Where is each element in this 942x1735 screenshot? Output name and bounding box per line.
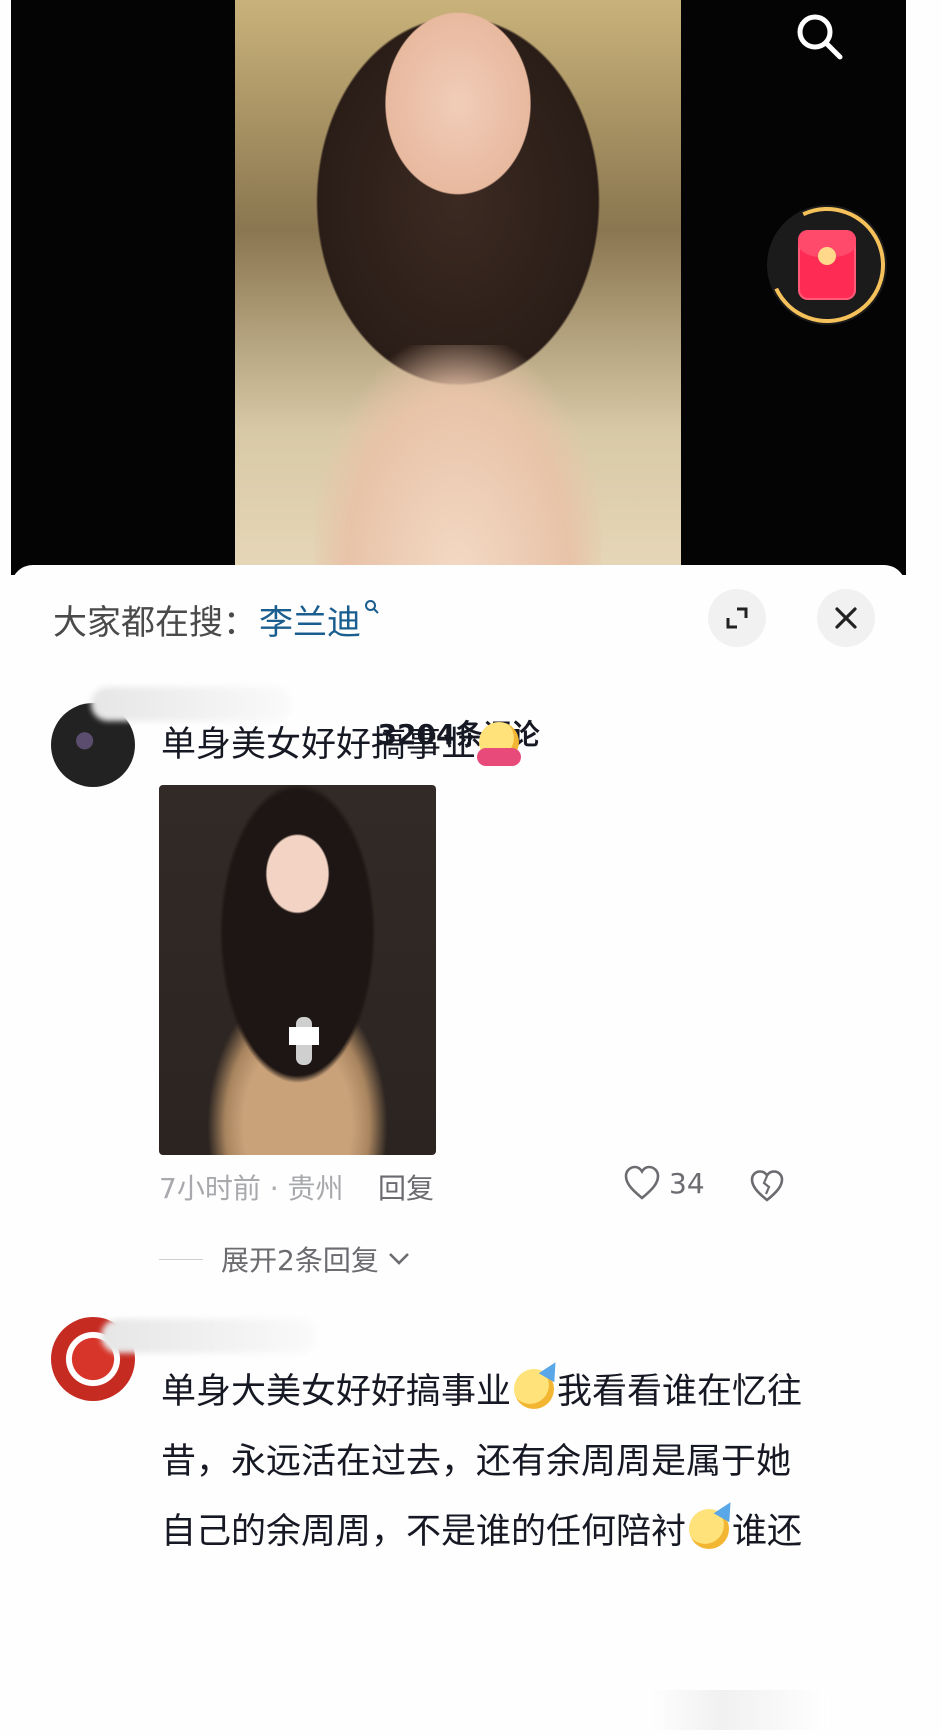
reply-button[interactable]: 回复 xyxy=(378,1167,434,1207)
comment-text: 单身大美女好好搞事业 我看看谁在忆往 昔，永远活在过去，还有余周周是属于她 自己的… xyxy=(161,1357,802,1567)
red-packet-icon xyxy=(798,230,856,300)
watermark-overlay xyxy=(650,1690,830,1730)
video-frame xyxy=(235,0,681,575)
search-icon xyxy=(797,14,843,60)
search-button[interactable] xyxy=(789,6,849,66)
hug-emoji-icon xyxy=(477,722,522,766)
expand-replies-button[interactable]: 展开2条回复 xyxy=(159,1239,411,1279)
expand-replies-label: 展开2条回复 xyxy=(221,1244,379,1277)
fullscreen-button[interactable] xyxy=(708,589,766,647)
dislike-button[interactable] xyxy=(749,1169,785,1207)
comment-image[interactable] xyxy=(159,785,436,1155)
hot-search-keyword[interactable]: 李兰迪 xyxy=(259,595,361,644)
hot-search-label: 大家都在搜： xyxy=(53,603,257,643)
hot-search-bar[interactable]: 大家都在搜： 李兰迪 xyxy=(53,595,380,644)
comment-meta: 7小时前 · 贵州 xyxy=(159,1172,344,1205)
divider-line xyxy=(159,1258,203,1260)
username-blurred[interactable] xyxy=(101,1319,316,1353)
like-button[interactable]: 34 xyxy=(623,1165,705,1201)
search-small-icon xyxy=(364,596,380,620)
video-player[interactable] xyxy=(11,0,906,575)
expand-icon xyxy=(726,607,748,629)
chevron-down-icon xyxy=(388,1253,409,1265)
close-button[interactable] xyxy=(817,589,875,647)
comment-text: 单身美女好好搞事业 xyxy=(161,710,522,780)
party-face-emoji-icon xyxy=(514,1369,555,1409)
broken-heart-icon xyxy=(750,1170,784,1202)
party-face-emoji-icon xyxy=(689,1509,730,1549)
comment-panel: 大家都在搜： 李兰迪 3204条评论 单身美女好好搞事业 7小时前 · 贵州 回… xyxy=(11,565,906,1735)
comment-image-figure xyxy=(289,1017,319,1065)
close-icon xyxy=(835,607,857,629)
heart-icon xyxy=(624,1165,660,1200)
like-count: 34 xyxy=(669,1166,705,1200)
red-packet-button[interactable] xyxy=(752,190,902,340)
